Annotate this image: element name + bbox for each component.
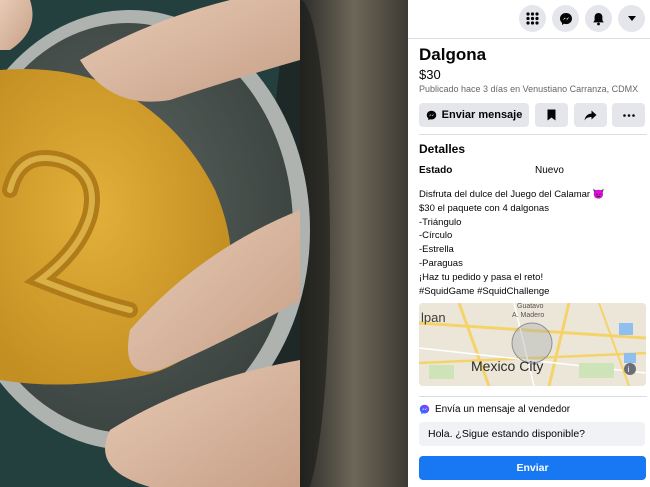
dalgona-photo-image	[0, 0, 408, 487]
divider	[419, 396, 647, 397]
divider	[419, 134, 647, 135]
listing-title: Dalgona	[419, 45, 487, 64]
grid-menu-icon	[526, 12, 539, 25]
message-input[interactable]	[419, 422, 645, 446]
top-navigation	[408, 0, 650, 39]
map-label: Mexico City	[471, 358, 544, 374]
description-line: $30 el paquete con 4 dalgonas	[419, 202, 549, 214]
more-icon	[622, 113, 635, 117]
send-message-button[interactable]: Enviar mensaje	[419, 103, 529, 127]
description-line: Disfruta del dulce del Juego del Calamar…	[419, 189, 605, 200]
description-line: -Paraguas	[419, 257, 463, 269]
listing-price: $30	[419, 67, 441, 82]
location-map[interactable]: i lpan Guatavo A. Madero Mexico City	[419, 303, 646, 386]
notifications-button[interactable]	[585, 5, 612, 32]
listing-description: Disfruta del dulce del Juego del Calamar…	[419, 188, 647, 298]
listing-meta: Publicado hace 3 días en Venustiano Carr…	[419, 84, 639, 94]
messenger-icon	[419, 404, 430, 415]
account-menu-button[interactable]	[618, 5, 645, 32]
map-label: lpan	[421, 310, 446, 325]
condition-label: Estado	[419, 165, 453, 176]
caret-down-icon	[627, 16, 636, 21]
seller-message-label: Envía un mensaje al vendedor	[435, 404, 571, 415]
send-button[interactable]: Enviar	[419, 456, 646, 480]
messenger-icon	[426, 110, 436, 120]
messenger-button[interactable]	[552, 5, 579, 32]
listing-photo[interactable]	[0, 0, 408, 487]
description-line: #SquidGame #SquidChallenge	[419, 285, 550, 297]
map-info-icon: i	[628, 365, 630, 374]
share-button[interactable]	[574, 103, 607, 127]
save-button[interactable]	[535, 103, 568, 127]
condition-value: Nuevo	[535, 165, 564, 176]
messenger-icon	[559, 12, 572, 25]
description-line: -Estrella	[419, 244, 454, 256]
description-line: ¡Haz tu pedido y pasa el reto!	[419, 271, 544, 283]
map-label: Guatavo	[517, 303, 544, 310]
share-icon	[584, 110, 597, 120]
seller-message-heading: Envía un mensaje al vendedor	[419, 404, 570, 415]
bookmark-icon	[547, 109, 556, 121]
more-options-button[interactable]	[612, 103, 645, 127]
grid-menu-button[interactable]	[519, 5, 546, 32]
listing-panel: Dalgona $30 Publicado hace 3 días en Ven…	[408, 0, 650, 487]
listing-actions: Enviar mensaje	[419, 103, 645, 127]
map-label: A. Madero	[512, 312, 545, 319]
details-heading: Detalles	[419, 142, 466, 156]
description-line: -Círculo	[419, 230, 453, 242]
send-message-label: Enviar mensaje	[441, 109, 523, 121]
description-line: -Triángulo	[419, 216, 462, 228]
bell-icon	[593, 12, 604, 25]
